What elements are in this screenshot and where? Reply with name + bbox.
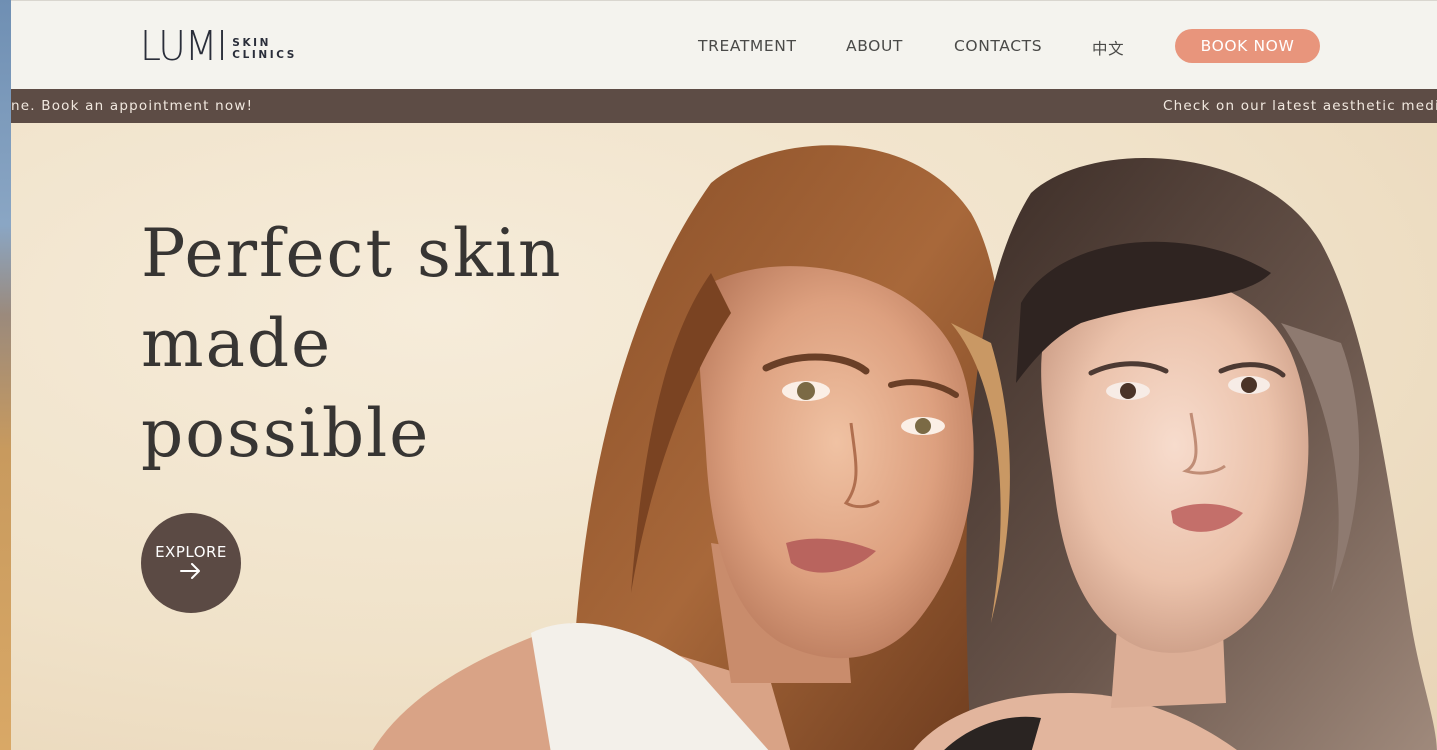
marquee-text-left: ne. Book an appointment now!: [11, 98, 254, 114]
site-header: LUMI SKIN CLINICS TREATMENT ABOUT CONTAC…: [11, 0, 1437, 89]
marquee-text-right: Check on our latest aesthetic medi: [1163, 98, 1437, 114]
desktop-wallpaper-strip: [0, 0, 11, 750]
hero-headline: Perfect skin made possible: [141, 209, 562, 479]
nav-about[interactable]: ABOUT: [846, 37, 903, 55]
nav-treatment[interactable]: TREATMENT: [698, 37, 797, 55]
website-page: LUMI SKIN CLINICS TREATMENT ABOUT CONTAC…: [11, 0, 1437, 750]
hero-headline-line-3: possible: [141, 395, 431, 472]
book-now-button[interactable]: BOOK NOW: [1175, 29, 1320, 63]
explore-label: EXPLORE: [155, 542, 227, 561]
nav-chinese[interactable]: 中文: [1092, 37, 1124, 59]
explore-button[interactable]: EXPLORE: [141, 513, 241, 613]
announcement-marquee[interactable]: ne. Book an appointment now! Check on ou…: [11, 89, 1437, 123]
nav-contacts[interactable]: CONTACTS: [954, 37, 1042, 55]
logo-wordmark: LUMI: [140, 21, 228, 70]
hero-headline-line-1: Perfect skin: [141, 215, 563, 292]
logo-subtitle: SKIN CLINICS: [232, 31, 297, 61]
hero-headline-line-2: made: [141, 305, 333, 382]
hero-section: Perfect skin made possible EXPLORE: [11, 123, 1437, 750]
arrow-right-icon: [180, 562, 202, 584]
lumi-logo[interactable]: LUMI SKIN CLINICS: [140, 25, 297, 67]
logo-sub-line-1: SKIN: [232, 37, 272, 49]
logo-sub-line-2: CLINICS: [232, 49, 297, 61]
